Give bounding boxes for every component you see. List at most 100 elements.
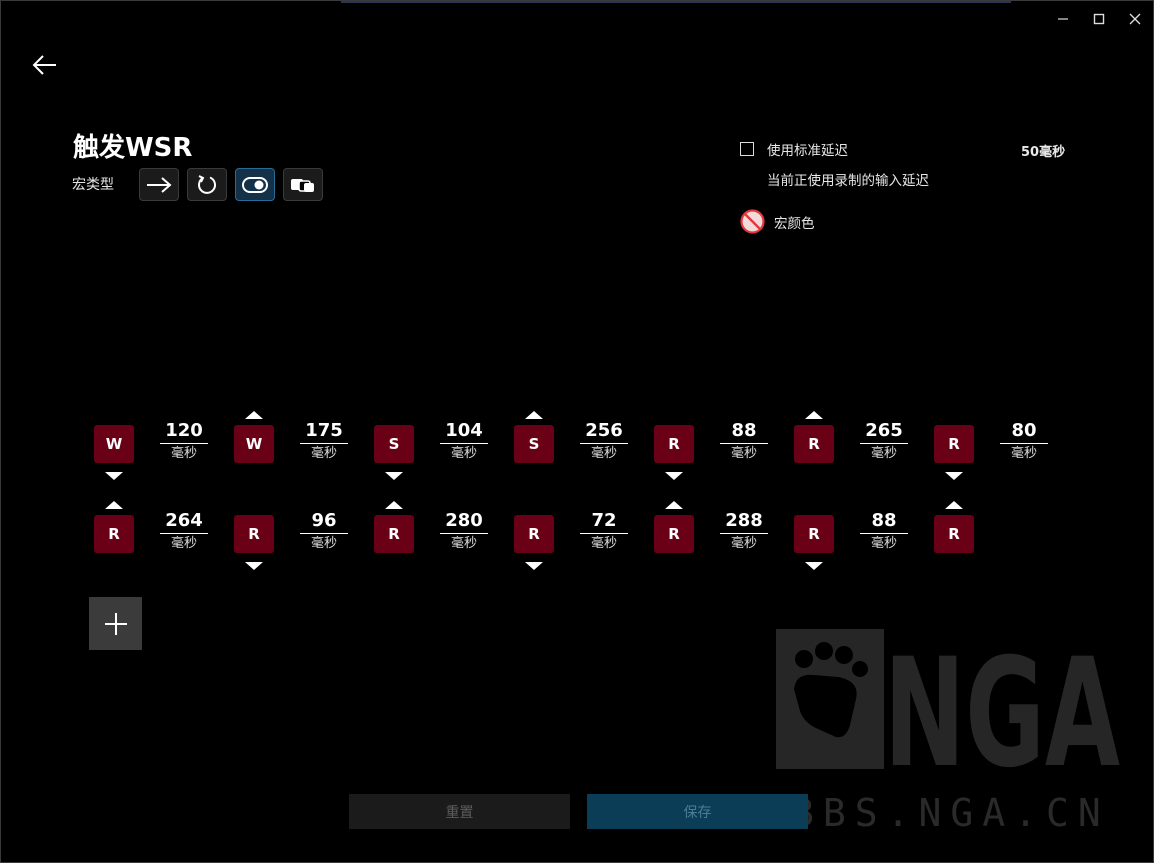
minimize-button[interactable] xyxy=(1045,5,1081,33)
key-down-arrow-icon xyxy=(665,472,683,480)
key-down-arrow-icon xyxy=(525,562,543,570)
delay-unit: 毫秒 xyxy=(590,536,617,551)
nga-watermark-logo: NGA xyxy=(776,629,1120,769)
key-up-arrow-icon xyxy=(525,411,543,419)
delay-unit: 毫秒 xyxy=(730,536,757,551)
delay-step[interactable]: 256 毫秒 xyxy=(580,420,628,464)
key-up-arrow-icon xyxy=(245,411,263,419)
key-up-arrow-icon xyxy=(945,501,963,509)
watermark-text: BBS.NGA.CN xyxy=(791,791,1110,835)
delay-value: 72 xyxy=(580,510,628,534)
standard-delay-checkbox[interactable] xyxy=(740,142,754,156)
key-up-arrow-icon xyxy=(385,501,403,509)
key-step-r-up[interactable]: R xyxy=(374,515,414,553)
titlebar-strip xyxy=(341,1,1011,3)
delay-unit: 毫秒 xyxy=(870,536,897,551)
key-step-r-down[interactable]: R xyxy=(794,515,834,553)
delay-step[interactable]: 88 毫秒 xyxy=(720,420,768,464)
delay-value: 104 xyxy=(440,420,488,444)
key-down-arrow-icon xyxy=(945,472,963,480)
key-step-w-up[interactable]: W xyxy=(234,425,274,463)
delay-value: 280 xyxy=(440,510,488,534)
delay-value: 96 xyxy=(300,510,348,534)
key-up-arrow-icon xyxy=(805,411,823,419)
delay-unit: 毫秒 xyxy=(1010,446,1037,461)
key-step-r-up[interactable]: R xyxy=(934,515,974,553)
key-up-arrow-icon xyxy=(665,501,683,509)
delay-step[interactable]: 265 毫秒 xyxy=(860,420,908,464)
back-button[interactable] xyxy=(29,51,61,79)
standard-delay-value[interactable]: 50毫秒 xyxy=(1021,141,1065,160)
maximize-button[interactable] xyxy=(1081,5,1117,33)
macro-type-no-repeat-button[interactable] xyxy=(139,168,179,201)
macro-type-toggle-button[interactable] xyxy=(235,168,275,201)
recorded-delay-note: 当前正使用录制的输入延迟 xyxy=(767,173,929,189)
delay-value: 288 xyxy=(720,510,768,534)
arrow-right-icon xyxy=(147,176,172,193)
macro-editor-window: 触发WSR 宏类型 使用标准延迟 50毫秒 当前正使用录制的输入延迟 宏颜色 W… xyxy=(0,0,1154,863)
delay-step[interactable]: 280 毫秒 xyxy=(440,510,488,554)
close-icon xyxy=(1129,13,1141,25)
delay-unit: 毫秒 xyxy=(310,536,337,551)
delay-step[interactable]: 120 毫秒 xyxy=(160,420,208,464)
maximize-icon xyxy=(1093,13,1105,25)
back-arrow-icon xyxy=(32,55,56,75)
delay-unit: 毫秒 xyxy=(870,446,897,461)
key-down-arrow-icon xyxy=(245,562,263,570)
key-step-w-down[interactable]: W xyxy=(94,425,134,463)
delay-unit: 毫秒 xyxy=(450,536,477,551)
key-step-r-up[interactable]: R xyxy=(654,515,694,553)
delay-step[interactable]: 96 毫秒 xyxy=(300,510,348,554)
delay-unit: 毫秒 xyxy=(170,446,197,461)
key-step-s-down[interactable]: S xyxy=(374,425,414,463)
window-controls xyxy=(1045,5,1153,33)
delay-step[interactable]: 288 毫秒 xyxy=(720,510,768,554)
delay-step[interactable]: 80 毫秒 xyxy=(1000,420,1048,464)
delay-value: 88 xyxy=(720,420,768,444)
delay-step[interactable]: 175 毫秒 xyxy=(300,420,348,464)
key-up-arrow-icon xyxy=(105,501,123,509)
standard-delay-label: 使用标准延迟 xyxy=(767,143,848,159)
repeat-icon xyxy=(198,174,216,194)
delay-value: 88 xyxy=(860,510,908,534)
key-down-arrow-icon xyxy=(105,472,123,480)
key-step-r-up[interactable]: R xyxy=(94,515,134,553)
sequence-icon xyxy=(291,178,314,192)
macro-type-sequence-button[interactable] xyxy=(283,168,323,201)
delay-step[interactable]: 264 毫秒 xyxy=(160,510,208,554)
save-button[interactable]: 保存 xyxy=(587,794,808,829)
minimize-icon xyxy=(1058,18,1068,20)
delay-value: 265 xyxy=(860,420,908,444)
delay-unit: 毫秒 xyxy=(590,446,617,461)
key-step-r-down[interactable]: R xyxy=(514,515,554,553)
key-step-r-down[interactable]: R xyxy=(934,425,974,463)
macro-color-label: 宏颜色 xyxy=(774,215,815,232)
delay-value: 120 xyxy=(160,420,208,444)
add-step-button[interactable] xyxy=(89,597,142,650)
standard-delay-row: 使用标准延迟 xyxy=(740,139,848,159)
close-button[interactable] xyxy=(1117,5,1153,33)
reset-button[interactable]: 重置 xyxy=(349,794,570,829)
key-down-arrow-icon xyxy=(385,472,403,480)
macro-color-row[interactable]: 宏颜色 xyxy=(740,209,815,234)
delay-value: 264 xyxy=(160,510,208,534)
key-down-arrow-icon xyxy=(805,562,823,570)
delay-value: 80 xyxy=(1000,420,1048,444)
key-step-r-down[interactable]: R xyxy=(654,425,694,463)
delay-value: 256 xyxy=(580,420,628,444)
delay-unit: 毫秒 xyxy=(730,446,757,461)
plus-icon xyxy=(104,612,127,635)
key-step-r-up[interactable]: R xyxy=(794,425,834,463)
delay-step[interactable]: 88 毫秒 xyxy=(860,510,908,554)
delay-unit: 毫秒 xyxy=(170,536,197,551)
delay-value: 175 xyxy=(300,420,348,444)
key-step-r-down[interactable]: R xyxy=(234,515,274,553)
delay-unit: 毫秒 xyxy=(310,446,337,461)
watermark-logo-text: NGA xyxy=(884,629,1120,769)
delay-step[interactable]: 72 毫秒 xyxy=(580,510,628,554)
no-color-icon xyxy=(740,209,765,234)
macro-type-label: 宏类型 xyxy=(72,177,114,193)
key-step-s-up[interactable]: S xyxy=(514,425,554,463)
macro-type-repeat-button[interactable] xyxy=(187,168,227,201)
delay-step[interactable]: 104 毫秒 xyxy=(440,420,488,464)
